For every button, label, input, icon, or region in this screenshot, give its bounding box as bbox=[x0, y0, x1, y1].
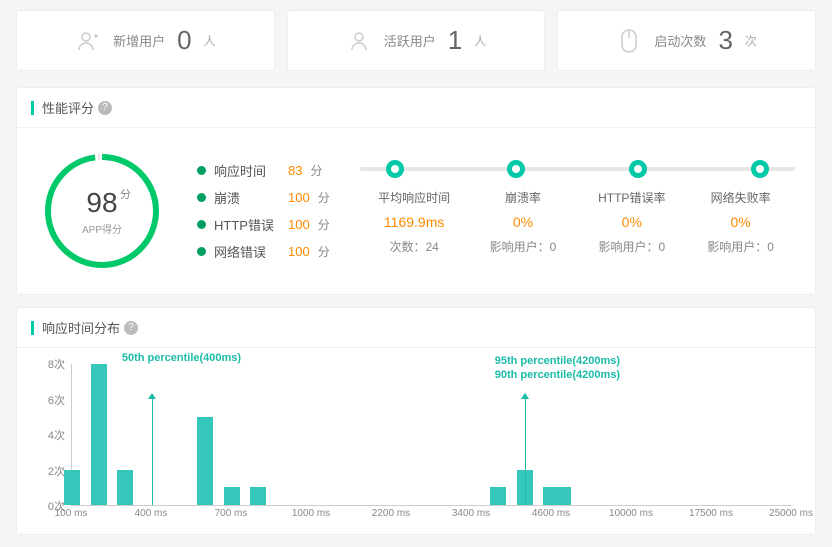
track-node[interactable] bbox=[507, 160, 525, 178]
track-node[interactable] bbox=[386, 160, 404, 178]
chart-plot: 50th percentile(400ms)90th percentile(42… bbox=[71, 364, 791, 506]
panel-header: 性能评分 ? bbox=[17, 88, 815, 128]
dot-icon bbox=[197, 247, 206, 256]
stat-value: 0 bbox=[177, 25, 191, 56]
panel-title: 响应时间分布 bbox=[31, 318, 120, 337]
metric-row: 响应时间83分 bbox=[197, 161, 330, 180]
stat-launches: 启动次数 3 次 bbox=[557, 10, 816, 71]
response-time-dist-panel: 响应时间分布 ? 0次2次4次6次8次 50th percentile(400m… bbox=[16, 307, 816, 535]
chart-bar[interactable] bbox=[91, 364, 107, 505]
stat-value: 3 bbox=[718, 25, 732, 56]
gauge-unit: 分 bbox=[120, 186, 131, 202]
metric-row: HTTP错误100分 bbox=[197, 215, 330, 234]
stat-label: 新增用户 bbox=[113, 31, 165, 50]
dot-icon bbox=[197, 220, 206, 229]
stat-value: 1 bbox=[448, 25, 462, 56]
metric-row: 网络错误100分 bbox=[197, 242, 330, 261]
stat-new-users: 新增用户 0 人 bbox=[16, 10, 275, 71]
performance-score-panel: 性能评分 ? 分 98 APP得分 响应时间83分 崩溃100分 HTTP错误1… bbox=[16, 87, 816, 295]
stat-unit: 人 bbox=[204, 32, 216, 49]
summary-metrics: 平均响应时间1169.9ms次数：24 崩溃率0%影响用户：0 HTTP错误率0… bbox=[360, 167, 795, 255]
chart-bar[interactable] bbox=[250, 487, 266, 505]
track-node[interactable] bbox=[629, 160, 647, 178]
top-stats-row: 新增用户 0 人 活跃用户 1 人 启动次数 3 次 bbox=[0, 0, 832, 75]
x-axis: 100 ms400 ms700 ms1000 ms2200 ms3400 ms4… bbox=[71, 506, 791, 524]
track-node[interactable] bbox=[751, 160, 769, 178]
score-gauge: 分 98 APP得分 bbox=[37, 146, 167, 276]
metric-track bbox=[360, 167, 795, 171]
summary-col: 网络失败率0%影响用户：0 bbox=[686, 189, 795, 255]
summary-col: 崩溃率0%影响用户：0 bbox=[469, 189, 578, 255]
percentile-label: 95th percentile(4200ms) bbox=[495, 355, 620, 367]
chart-bar[interactable] bbox=[490, 487, 506, 505]
metric-row: 崩溃100分 bbox=[197, 188, 330, 207]
metrics-list: 响应时间83分 崩溃100分 HTTP错误100分 网络错误100分 bbox=[197, 153, 330, 269]
stat-active-users: 活跃用户 1 人 bbox=[287, 10, 546, 71]
panel-title: 性能评分 bbox=[31, 98, 94, 117]
stat-unit: 次 bbox=[745, 32, 757, 49]
chart-bar[interactable] bbox=[197, 417, 213, 505]
stat-unit: 人 bbox=[474, 32, 486, 49]
chart-bar[interactable] bbox=[224, 487, 240, 505]
gauge-score: 98 bbox=[86, 187, 117, 219]
summary-col: HTTP错误率0%影响用户：0 bbox=[577, 189, 686, 255]
stat-label: 活跃用户 bbox=[384, 31, 436, 50]
percentile-label: 50th percentile(400ms) bbox=[122, 352, 241, 364]
summary-col: 平均响应时间1169.9ms次数：24 bbox=[360, 189, 469, 255]
user-icon bbox=[346, 28, 372, 54]
dot-icon bbox=[197, 193, 206, 202]
response-time-chart: 0次2次4次6次8次 50th percentile(400ms)90th pe… bbox=[37, 364, 795, 524]
percentile-label: 90th percentile(4200ms) bbox=[495, 369, 620, 381]
help-icon[interactable]: ? bbox=[98, 101, 112, 115]
stat-label: 启动次数 bbox=[654, 31, 706, 50]
gauge-sub: APP得分 bbox=[82, 221, 122, 236]
dot-icon bbox=[197, 166, 206, 175]
panel-header: 响应时间分布 ? bbox=[17, 308, 815, 348]
chart-bar[interactable] bbox=[555, 487, 571, 505]
help-icon[interactable]: ? bbox=[124, 321, 138, 335]
user-plus-icon bbox=[75, 28, 101, 54]
mouse-icon bbox=[616, 28, 642, 54]
